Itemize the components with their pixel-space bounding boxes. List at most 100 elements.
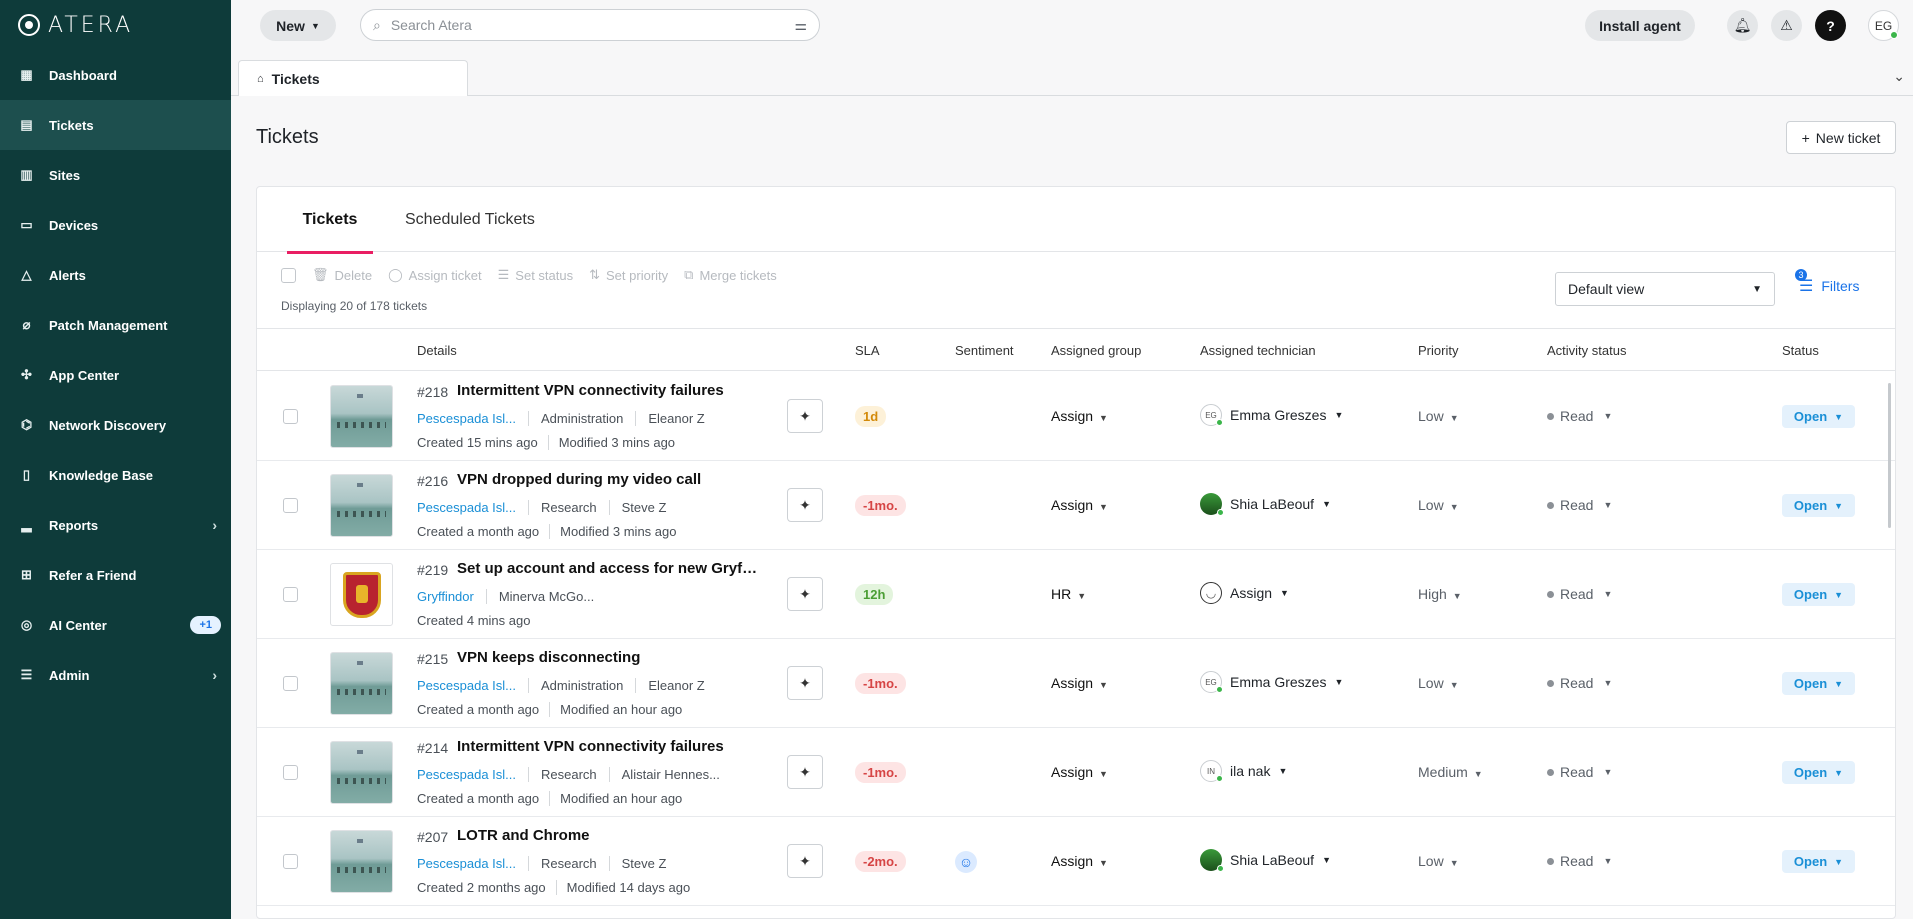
table-row[interactable]: #214 Intermittent VPN connectivity failur… [257, 728, 1895, 817]
assigned-technician-dropdown[interactable]: EG Emma Greszes ▼ [1200, 671, 1343, 693]
table-row[interactable]: #207 LOTR and Chrome Pescespada Isl... Rese… [257, 817, 1895, 906]
view-select[interactable]: Default view ▼ [1555, 272, 1775, 306]
assigned-technician-dropdown[interactable]: IN ila nak ▼ [1200, 760, 1287, 782]
status-dropdown[interactable]: Open ▼ [1782, 761, 1855, 784]
activity-status-dropdown[interactable]: Read ▼ [1547, 586, 1612, 602]
status-dropdown[interactable]: Open ▼ [1782, 583, 1855, 606]
status-dropdown[interactable]: Open ▼ [1782, 850, 1855, 873]
site-link[interactable]: Pescespada Isl... [417, 856, 516, 871]
install-agent-button[interactable]: Install agent [1585, 10, 1695, 41]
tab-tickets[interactable]: ⌂ Tickets [238, 60, 468, 96]
activity-status-dropdown[interactable]: Read ▼ [1547, 853, 1612, 869]
col-details[interactable]: Details [417, 343, 457, 358]
row-checkbox[interactable] [283, 409, 298, 424]
ai-assist-button[interactable]: ✦ [787, 577, 823, 611]
chevron-down-icon[interactable]: ⌄ [1893, 68, 1905, 85]
assigned-group-dropdown[interactable]: Assign ▼ [1051, 853, 1108, 869]
row-checkbox[interactable] [283, 765, 298, 780]
assigned-group-dropdown[interactable]: Assign ▼ [1051, 497, 1108, 513]
assigned-group-dropdown[interactable]: HR ▼ [1051, 586, 1086, 602]
set-status-action[interactable]: ☰ Set status [498, 267, 573, 283]
sidebar-item-ai-center[interactable]: ◎ AI Center +1 [0, 600, 231, 650]
ai-assist-button[interactable]: ✦ [787, 666, 823, 700]
priority-dropdown[interactable]: Low ▼ [1418, 497, 1459, 513]
activity-status-dropdown[interactable]: Read ▼ [1547, 408, 1612, 424]
search-filter-icon[interactable]: ⚌ [794, 17, 807, 34]
row-checkbox[interactable] [283, 854, 298, 869]
sidebar-item-knowledge-base[interactable]: ▯ Knowledge Base [0, 450, 231, 500]
site-link[interactable]: Pescespada Isl... [417, 767, 516, 782]
assign-ticket-action[interactable]: ◯ Assign ticket [388, 267, 482, 283]
status-dropdown[interactable]: Open ▼ [1782, 494, 1855, 517]
sidebar-item-network-discovery[interactable]: ⌬ Network Discovery [0, 400, 231, 450]
ticket-title[interactable]: Intermittent VPN connectivity failures [457, 738, 724, 755]
table-row[interactable]: #216 VPN dropped during my video call Pesc… [257, 461, 1895, 550]
status-dropdown[interactable]: Open ▼ [1782, 672, 1855, 695]
sidebar-item-app-center[interactable]: ✣ App Center [0, 350, 231, 400]
site-link[interactable]: Pescespada Isl... [417, 500, 516, 515]
priority-dropdown[interactable]: Low ▼ [1418, 408, 1459, 424]
alert-icon[interactable]: ⚠︎ [1771, 10, 1802, 41]
select-all-checkbox[interactable] [281, 267, 296, 283]
sidebar-item-dashboard[interactable]: ▦ Dashboard [0, 50, 231, 100]
filters-button[interactable]: ☰ 3 Filters [1795, 269, 1859, 296]
priority-dropdown[interactable]: Low ▼ [1418, 675, 1459, 691]
tab-scheduled-tickets[interactable]: Scheduled Tickets [405, 187, 535, 252]
sidebar-item-tickets[interactable]: ▤ Tickets [0, 100, 231, 150]
ai-assist-button[interactable]: ✦ [787, 844, 823, 878]
row-checkbox[interactable] [283, 587, 298, 602]
atera-logo[interactable]: ATERA [0, 0, 231, 50]
assigned-group-dropdown[interactable]: Assign ▼ [1051, 764, 1108, 780]
row-checkbox[interactable] [283, 498, 298, 513]
ai-assist-button[interactable]: ✦ [787, 399, 823, 433]
scrollbar[interactable] [1888, 383, 1891, 528]
new-button[interactable]: New ▼ [260, 10, 336, 41]
sidebar-item-refer-a-friend[interactable]: ⊞ Refer a Friend [0, 550, 231, 600]
assigned-technician-dropdown[interactable]: Shia LaBeouf ▼ [1200, 493, 1331, 516]
sidebar-item-admin[interactable]: ☰ Admin › [0, 650, 231, 700]
delete-action[interactable]: 🗑︎ Delete [312, 267, 372, 283]
assigned-technician-dropdown[interactable]: Shia LaBeouf ▼ [1200, 849, 1331, 872]
ticket-title[interactable]: Set up account and access for new Gryffi… [457, 560, 762, 577]
col-sentiment[interactable]: Sentiment [955, 343, 1014, 358]
col-activity-status[interactable]: Activity status [1547, 343, 1626, 358]
col-priority[interactable]: Priority [1418, 343, 1458, 358]
search-input[interactable]: ⌕ Search Atera ⚌ [360, 9, 820, 41]
sidebar-item-reports[interactable]: ▂ Reports › [0, 500, 231, 550]
sidebar-item-devices[interactable]: ▭ Devices [0, 200, 231, 250]
set-priority-action[interactable]: ⇅ Set priority [589, 267, 668, 283]
activity-status-dropdown[interactable]: Read ▼ [1547, 675, 1612, 691]
site-link[interactable]: Pescespada Isl... [417, 678, 516, 693]
assigned-technician-dropdown[interactable]: EG Emma Greszes ▼ [1200, 404, 1343, 426]
bell-icon[interactable]: 🔔︎ [1727, 10, 1758, 41]
activity-status-dropdown[interactable]: Read ▼ [1547, 764, 1612, 780]
table-row[interactable]: #218 Intermittent VPN connectivity failur… [257, 372, 1895, 461]
col-assigned-technician[interactable]: Assigned technician [1200, 343, 1316, 358]
help-icon[interactable]: ? [1815, 10, 1846, 41]
ticket-title[interactable]: VPN dropped during my video call [457, 471, 701, 488]
activity-status-dropdown[interactable]: Read ▼ [1547, 497, 1612, 513]
merge-tickets-action[interactable]: ⧉ Merge tickets [684, 267, 777, 283]
ticket-title[interactable]: Intermittent VPN connectivity failures [457, 382, 724, 399]
row-checkbox[interactable] [283, 676, 298, 691]
table-row[interactable]: #215 VPN keeps disconnecting Pescespada Is… [257, 639, 1895, 728]
assigned-group-dropdown[interactable]: Assign ▼ [1051, 675, 1108, 691]
sidebar-item-patch-management[interactable]: ⌀ Patch Management [0, 300, 231, 350]
user-avatar[interactable]: EG [1868, 10, 1899, 41]
ticket-title[interactable]: LOTR and Chrome [457, 827, 590, 844]
col-sla[interactable]: SLA [855, 343, 880, 358]
priority-dropdown[interactable]: Low ▼ [1418, 853, 1459, 869]
col-status[interactable]: Status [1782, 343, 1819, 358]
table-row[interactable]: #219 Set up account and access for new Gr… [257, 550, 1895, 639]
col-assigned-group[interactable]: Assigned group [1051, 343, 1141, 358]
ai-assist-button[interactable]: ✦ [787, 488, 823, 522]
assigned-technician-dropdown[interactable]: ◡ Assign ▼ [1200, 582, 1289, 604]
tab-tickets-list[interactable]: Tickets [287, 187, 373, 254]
assigned-group-dropdown[interactable]: Assign ▼ [1051, 408, 1108, 424]
priority-dropdown[interactable]: Medium ▼ [1418, 764, 1483, 780]
sidebar-item-sites[interactable]: ▥ Sites [0, 150, 231, 200]
site-link[interactable]: Gryffindor [417, 589, 474, 604]
sidebar-item-alerts[interactable]: △ Alerts [0, 250, 231, 300]
new-ticket-button[interactable]: + New ticket [1786, 121, 1896, 154]
status-dropdown[interactable]: Open ▼ [1782, 405, 1855, 428]
